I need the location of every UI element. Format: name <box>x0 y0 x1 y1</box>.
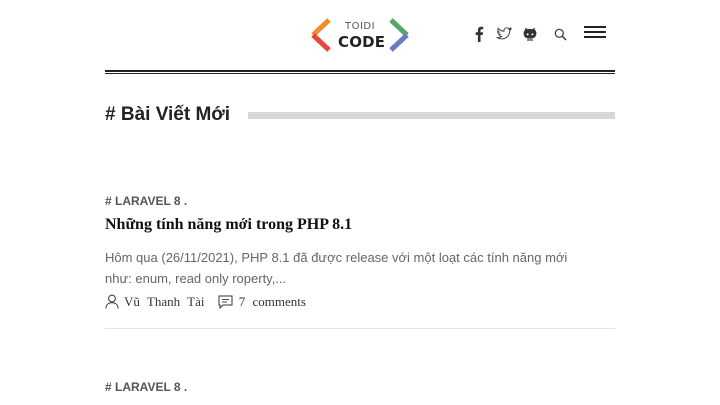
post-excerpt: Hôm qua (26/11/2021), PHP 8.1 đã được re… <box>105 247 615 289</box>
post-category-link[interactable]: # LARAVEL 8 . <box>105 194 187 208</box>
post-comments-link[interactable]: 7 comments <box>239 294 306 309</box>
post-excerpt-line: như: enum, read only roperty,... <box>105 271 287 286</box>
search-icon[interactable] <box>550 24 570 44</box>
logo-text-small: TOIDI <box>345 21 376 32</box>
post-excerpt-line: Hôm qua (26/11/2021), PHP 8.1 đã được re… <box>105 250 568 265</box>
post-author-link[interactable]: Vũ Thanh Tài <box>124 294 204 309</box>
site-logo[interactable]: TOIDI CODE <box>309 18 413 56</box>
twitter-icon[interactable] <box>494 24 514 44</box>
post-meta: Vũ Thanh Tài 7 comments <box>105 294 306 312</box>
menu-bar <box>584 26 606 28</box>
post-title-link[interactable]: Những tính năng mới trong PHP 8.1 <box>105 216 352 234</box>
post-category-link[interactable]: # LARAVEL 8 . <box>105 380 187 394</box>
comment-icon <box>218 295 233 313</box>
menu-bar <box>584 31 606 33</box>
header-divider <box>105 70 615 72</box>
logo-left-chevron <box>311 18 331 52</box>
facebook-icon[interactable] <box>469 24 489 44</box>
header-divider-thin <box>105 73 615 74</box>
logo-right-chevron <box>389 18 409 52</box>
section-title-dotted-rule <box>248 112 615 119</box>
user-icon <box>105 294 119 313</box>
site-header: TOIDI CODE <box>0 0 720 70</box>
logo-text-big: CODE <box>338 33 386 51</box>
menu-icon[interactable] <box>584 26 606 42</box>
github-icon[interactable] <box>520 24 540 44</box>
menu-bar <box>584 36 606 38</box>
post-divider <box>105 328 615 329</box>
section-title: # Bài Viết Mới <box>105 104 231 125</box>
